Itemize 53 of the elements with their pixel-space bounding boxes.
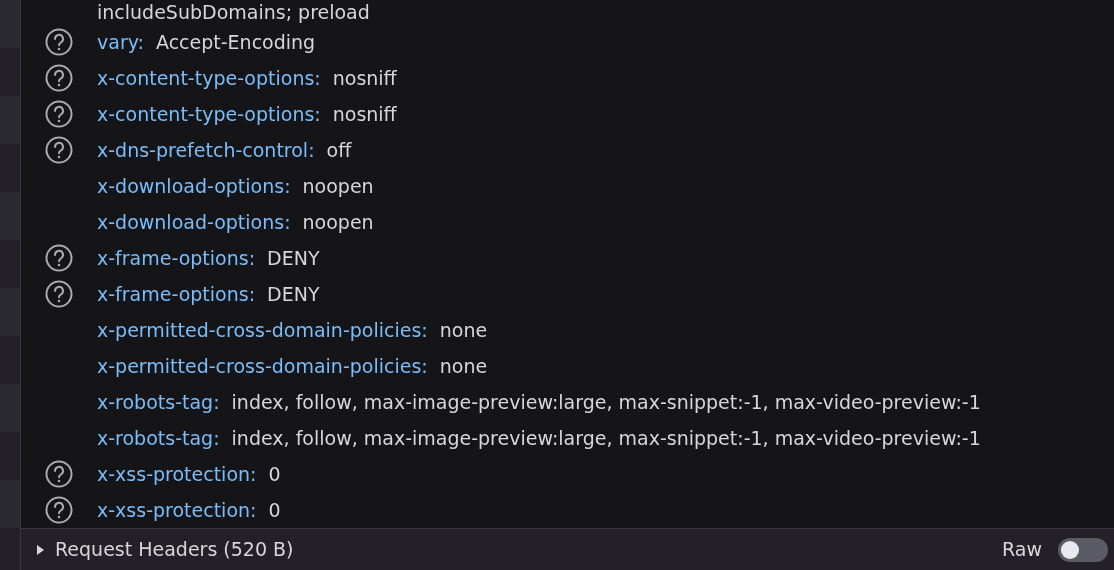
list-row[interactable]	[0, 288, 20, 336]
section-header[interactable]: Request Headers (520 B) Raw	[21, 528, 1114, 570]
help-icon[interactable]	[45, 244, 73, 272]
header-name: x-download-options:	[97, 173, 291, 199]
header-value: includeSubDomains; preload	[97, 0, 370, 25]
header-value: nosniff	[332, 101, 397, 127]
header-name: x-permitted-cross-domain-policies:	[97, 353, 428, 379]
header-name: x-permitted-cross-domain-policies:	[97, 317, 428, 343]
raw-toggle[interactable]	[1058, 537, 1108, 562]
header-name: x-content-type-options:	[97, 65, 321, 91]
header-value: none	[439, 317, 488, 343]
help-icon[interactable]	[45, 100, 73, 128]
header-value: index, follow, max-image-preview:large, max-snippet:-1, max-video-preview:-1	[231, 389, 981, 415]
list-row[interactable]	[0, 192, 20, 240]
header-name: x-robots-tag:	[97, 425, 220, 451]
header-value: Accept-Encoding	[155, 29, 316, 55]
header-value: DENY	[267, 245, 320, 271]
list-row[interactable]	[0, 48, 20, 96]
list-row[interactable]	[0, 336, 20, 384]
help-icon[interactable]	[45, 64, 73, 92]
header-name: x-dns-prefetch-control:	[97, 137, 315, 163]
header-value: noopen	[302, 173, 374, 199]
header-value: noopen	[302, 209, 374, 235]
list-row[interactable]	[0, 480, 20, 528]
list-row[interactable]	[0, 528, 20, 570]
help-icon[interactable]	[45, 136, 73, 164]
header-name: x-xss-protection:	[97, 497, 257, 523]
help-icon[interactable]	[45, 28, 73, 56]
section-title: Request Headers (520 B)	[55, 537, 294, 563]
list-row[interactable]	[0, 240, 20, 288]
list-row[interactable]	[0, 384, 20, 432]
header-value: DENY	[267, 281, 320, 307]
list-row[interactable]	[0, 432, 20, 480]
header-name: x-frame-options:	[97, 281, 256, 307]
header-value: none	[439, 353, 488, 379]
header-name: x-download-options:	[97, 209, 291, 235]
header-value: 0	[268, 461, 281, 487]
header-value: nosniff	[332, 65, 397, 91]
header-value: index, follow, max-image-preview:large, max-snippet:-1, max-video-preview:-1	[231, 425, 981, 451]
header-value: off	[326, 137, 352, 163]
header-name: x-robots-tag:	[97, 389, 220, 415]
header-name: x-frame-options:	[97, 245, 256, 271]
help-icon[interactable]	[45, 460, 73, 488]
help-icon[interactable]	[45, 496, 73, 524]
list-row[interactable]	[0, 144, 20, 192]
header-name: vary:	[97, 29, 144, 55]
header-value: 0	[268, 497, 281, 523]
header-name: x-xss-protection:	[97, 461, 257, 487]
toggle-label: Raw	[1002, 537, 1042, 563]
header-name: x-content-type-options:	[97, 101, 321, 127]
help-icon[interactable]	[45, 280, 73, 308]
list-row[interactable]	[0, 0, 20, 48]
list-row[interactable]	[0, 96, 20, 144]
